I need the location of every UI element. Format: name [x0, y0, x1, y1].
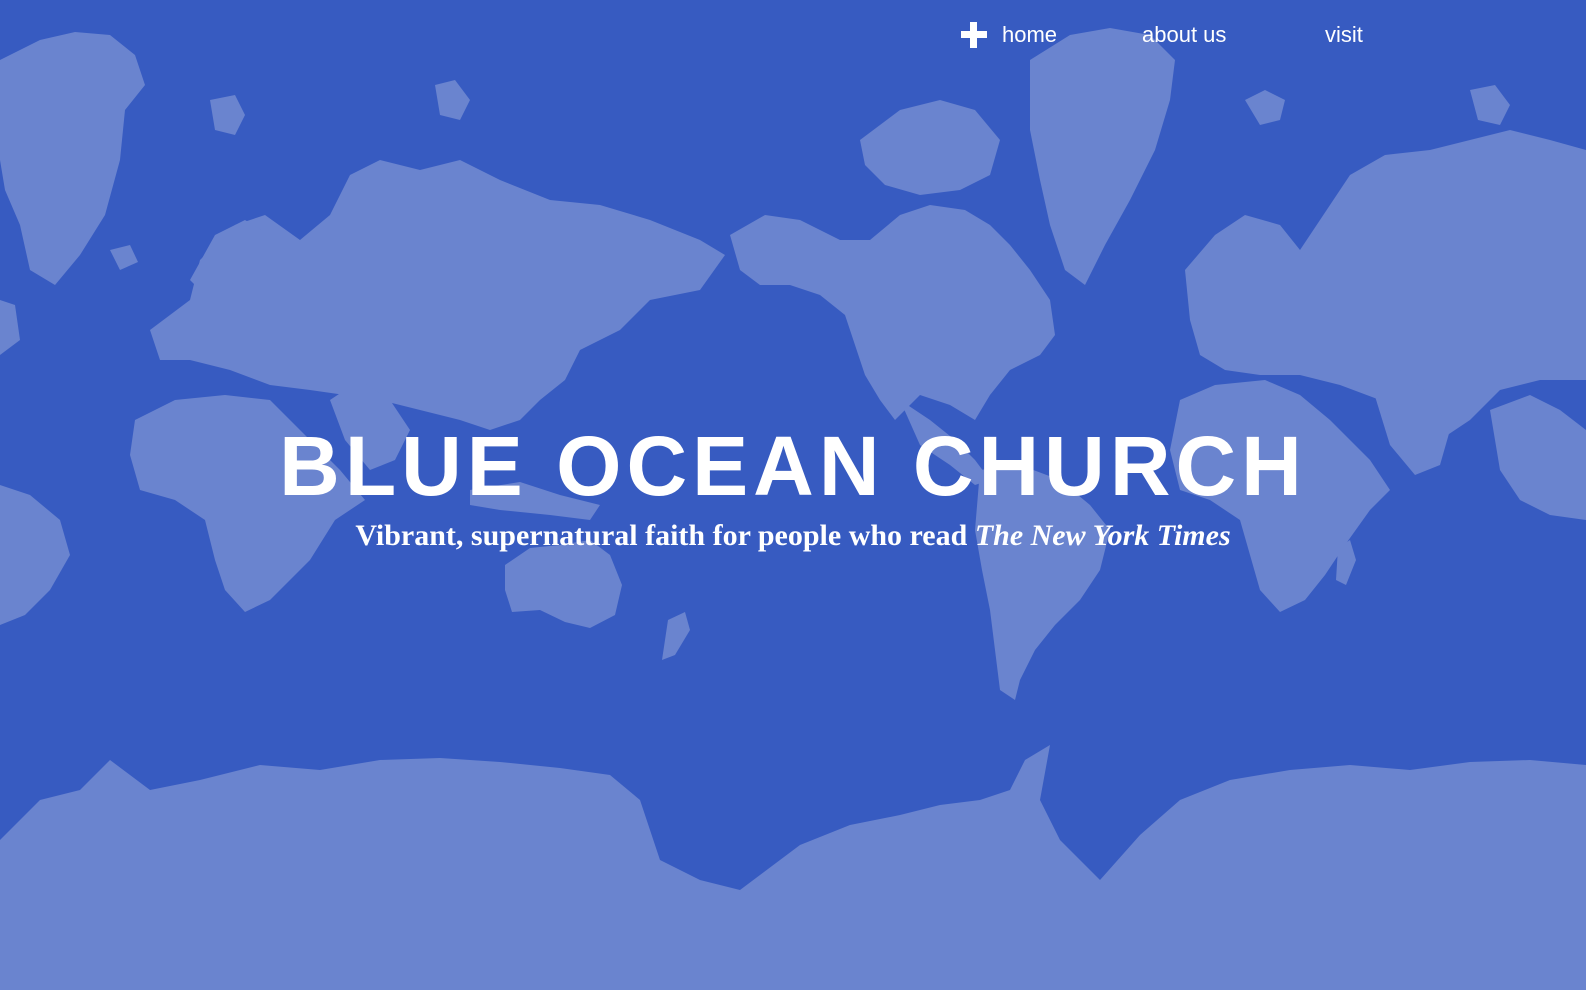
main-nav: home about us visit	[960, 18, 1400, 52]
tagline-publication: The New York Times	[974, 519, 1231, 552]
nav-item-home[interactable]: home	[960, 18, 1057, 52]
nav-item-about-us[interactable]: about us	[1142, 18, 1226, 52]
nav-item-about-us-label: about us	[1142, 22, 1227, 47]
nav-item-home-label: home	[1002, 22, 1058, 47]
tagline: Vibrant, supernatural faith for people w…	[0, 518, 1586, 554]
tagline-text: Vibrant, supernatural faith for people w…	[355, 519, 975, 552]
page: home about us visit BLUE OCEAN CHURCH Vi…	[0, 0, 1586, 990]
plus-icon	[960, 21, 988, 49]
page-title: BLUE OCEAN CHURCH	[279, 419, 1307, 513]
hero: BLUE OCEAN CHURCH Vibrant, supernatural …	[0, 418, 1586, 554]
nav-item-visit[interactable]: visit	[1325, 18, 1363, 52]
nav-item-visit-label: visit	[1325, 22, 1363, 47]
